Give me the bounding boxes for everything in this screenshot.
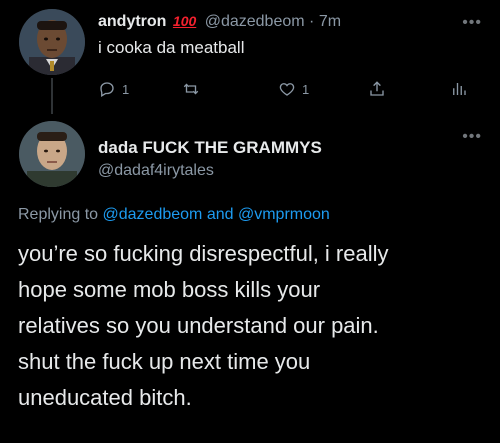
tweet-original[interactable]: andytron 100 @dazedbeom · 7m ••• i cooka… (0, 0, 500, 114)
avatar[interactable] (19, 121, 85, 187)
analytics-icon (453, 83, 466, 95)
more-dots-icon[interactable]: ••• (462, 14, 482, 32)
avatar-image (19, 121, 85, 187)
retweet-button[interactable] (182, 80, 206, 98)
retweet-icon (183, 83, 199, 95)
handle[interactable]: @dazedbeom (205, 13, 305, 30)
like-button[interactable]: 1 (278, 80, 309, 98)
separator: · (309, 13, 315, 30)
tweet-text-line: you’re so fucking disrespectful, i reall… (18, 241, 389, 266)
display-name[interactable]: dada FUCK THE GRAMMYS (98, 138, 322, 158)
tweet-text-line: uneducated bitch. (18, 385, 192, 410)
mention-link[interactable]: @dazedbeom (103, 206, 203, 223)
tweet-text-line: shut the fuck up next time you (18, 349, 311, 374)
tweet-text-line: hope some mob boss kills your (18, 277, 321, 302)
share-button[interactable] (368, 80, 386, 98)
thread-connector-line (51, 78, 53, 114)
handle[interactable]: @dadaf4irytales (98, 162, 214, 180)
tweet-text: i cooka da meatball (98, 38, 245, 57)
mention-link[interactable]: @vmprmoon (238, 206, 330, 223)
share-icon (370, 81, 384, 96)
hundred-emoji-badge: 100 (172, 13, 197, 29)
replying-to-line: Replying to @dazedbeom and @vmprmoon (18, 206, 330, 224)
heart-icon (279, 83, 295, 96)
reply-count: 1 (122, 81, 130, 97)
avatar-image (19, 9, 85, 75)
tweet-text-line: relatives so you understand our pain. (18, 313, 379, 338)
more-dots-icon[interactable]: ••• (462, 128, 482, 146)
timestamp[interactable]: 7m (319, 13, 341, 30)
avatar[interactable] (19, 9, 85, 75)
mention-connector: and (206, 206, 234, 223)
like-count: 1 (302, 81, 310, 97)
tweet-actions: 1 1 (98, 80, 478, 102)
reply-icon (100, 82, 114, 97)
display-name[interactable]: andytron (98, 13, 166, 30)
reply-button[interactable]: 1 (98, 80, 129, 98)
analytics-button[interactable] (450, 80, 468, 98)
replying-prefix: Replying to (18, 206, 99, 223)
tweet-header: andytron 100 @dazedbeom · 7m (98, 13, 341, 31)
tweet-text: you’re so fucking disrespectful, i reall… (18, 236, 488, 416)
